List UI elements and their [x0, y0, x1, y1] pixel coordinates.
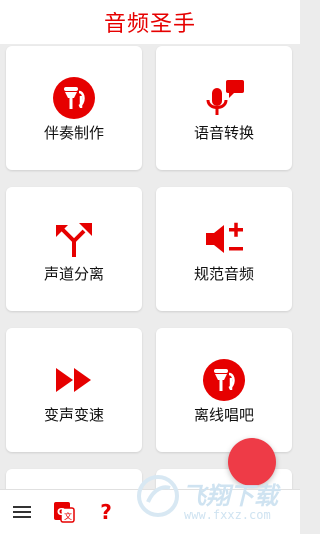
- page-title: 音频圣手: [103, 12, 196, 37]
- split-arrow-icon: [52, 217, 96, 261]
- card-label: 声道分离: [43, 265, 104, 283]
- card-voice-convert[interactable]: 语音转换: [156, 46, 292, 170]
- bottom-toolbar: G 文 ?: [0, 489, 300, 534]
- card-voice-speed[interactable]: 变声变速: [6, 328, 142, 452]
- fast-forward-icon: [52, 358, 96, 402]
- card-label: 变声变速: [43, 406, 104, 424]
- svg-text:文: 文: [64, 511, 72, 521]
- card-offline-karaoke[interactable]: 离线唱吧: [156, 328, 292, 452]
- karaoke-mic-icon: [202, 358, 246, 402]
- card-label: 离线唱吧: [193, 406, 254, 424]
- card-normalize-audio[interactable]: 规范音频: [156, 187, 292, 311]
- app-header: 音频圣手: [0, 0, 300, 44]
- floating-action-button[interactable]: [228, 438, 276, 486]
- menu-icon[interactable]: [10, 500, 34, 524]
- feature-grid: 伴奏制作 语音转换 声道分离 规范音频 变声变速 离线唱吧: [0, 44, 300, 497]
- card-channel-split[interactable]: 声道分离: [6, 187, 142, 311]
- card-label: 语音转换: [193, 124, 254, 142]
- translate-icon[interactable]: G 文: [52, 500, 76, 524]
- card-label: 伴奏制作: [43, 124, 104, 142]
- voice-chat-mic-icon: [202, 76, 246, 120]
- karaoke-mic-icon: [52, 76, 96, 120]
- card-accompaniment[interactable]: 伴奏制作: [6, 46, 142, 170]
- card-label: 规范音频: [193, 265, 254, 283]
- volume-plus-minus-icon: [202, 217, 246, 261]
- help-icon[interactable]: ?: [94, 500, 118, 524]
